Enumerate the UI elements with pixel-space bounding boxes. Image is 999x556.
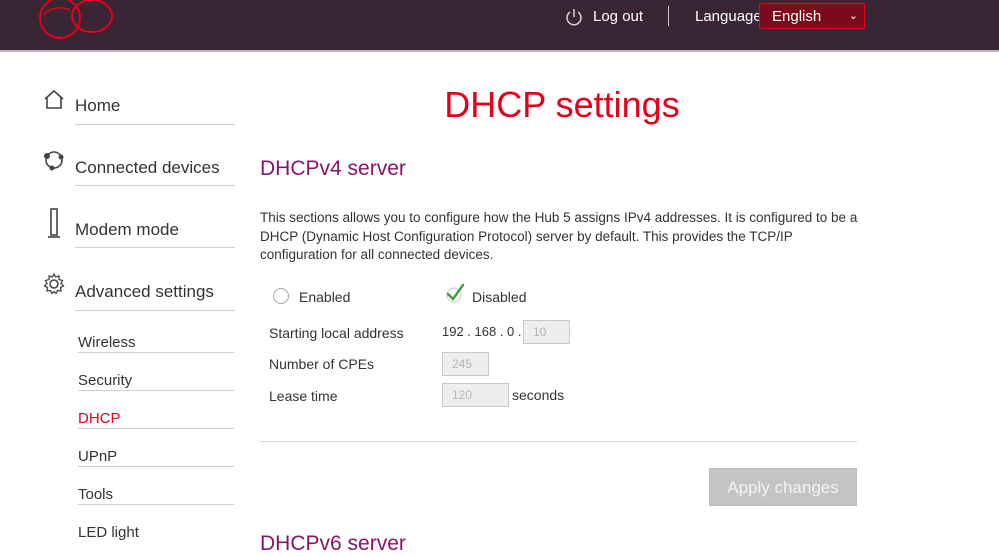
power-icon[interactable]	[565, 8, 583, 31]
logout-link[interactable]: Log out	[593, 8, 643, 25]
starting-address-input[interactable]: 10	[523, 320, 570, 344]
sidebar-divider	[75, 310, 235, 311]
sidebar-subitem-tools[interactable]: Tools	[78, 486, 113, 503]
sidebar-divider	[75, 247, 235, 248]
language-select[interactable]: English ⌄	[759, 3, 865, 29]
modem-icon	[42, 208, 66, 245]
cpes-input[interactable]: 245	[442, 352, 489, 376]
virgin-media-logo[interactable]	[36, 0, 118, 49]
sidebar-item-label: Connected devices	[75, 158, 220, 177]
language-selected-value: English	[772, 8, 822, 25]
cpes-label: Number of CPEs	[269, 356, 375, 372]
section-description: This sections allows you to configure ho…	[260, 210, 858, 262]
apply-changes-button[interactable]: Apply changes	[709, 468, 857, 506]
gear-icon	[42, 272, 66, 301]
section-title: DHCPv4 server	[260, 157, 406, 180]
sidebar-divider	[78, 466, 234, 467]
header-divider	[668, 6, 669, 26]
starting-address-prefix: 192 . 168 . 0 .	[442, 324, 522, 339]
enabled-radio[interactable]	[273, 288, 289, 304]
home-icon	[42, 88, 66, 117]
devices-icon	[42, 148, 66, 177]
sidebar-divider	[78, 428, 234, 429]
chevron-down-icon: ⌄	[848, 10, 858, 22]
sidebar-divider	[78, 504, 234, 505]
sidebar-subitem-wireless[interactable]: Wireless	[78, 334, 136, 351]
sidebar-item-label: Home	[75, 96, 121, 115]
lease-time-unit: seconds	[512, 387, 565, 403]
page-title: DHCP settings	[444, 84, 680, 125]
starting-address-label: Starting local address	[269, 325, 404, 341]
sidebar-divider	[75, 124, 235, 125]
sidebar-divider	[75, 185, 235, 186]
lease-time-label: Lease time	[269, 388, 338, 404]
sidebar-subitem-upnp[interactable]: UPnP	[78, 448, 117, 465]
lease-time-input[interactable]: 120	[442, 383, 509, 407]
sidebar-subitem-led-light[interactable]: LED light	[78, 524, 139, 541]
section-divider	[260, 441, 857, 442]
sidebar-item-label: Advanced settings	[75, 282, 214, 301]
checkmark-icon[interactable]	[444, 283, 466, 308]
disabled-label: Disabled	[472, 289, 527, 305]
sidebar-item-label: Modem mode	[75, 220, 179, 239]
top-bar: Log out Language English ⌄	[0, 0, 999, 52]
enabled-label: Enabled	[299, 289, 351, 305]
language-label: Language	[695, 8, 762, 25]
sidebar-divider	[78, 352, 234, 353]
sidebar-divider	[78, 390, 234, 391]
next-section-title: DHCPv6 server	[260, 532, 406, 555]
sidebar-subitem-dhcp[interactable]: DHCP	[78, 410, 121, 427]
sidebar-subitem-security[interactable]: Security	[78, 372, 132, 389]
